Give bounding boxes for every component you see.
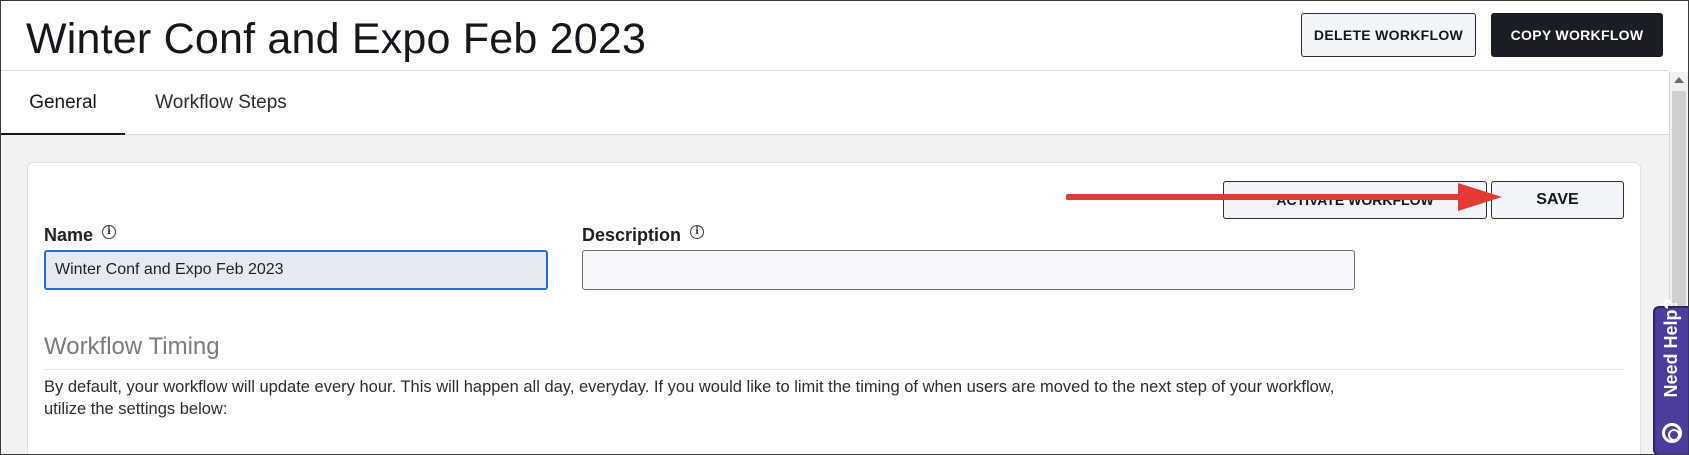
tab-general[interactable]: General xyxy=(1,72,125,135)
need-help-label: Need Help? xyxy=(1661,298,1681,398)
page-header: Winter Conf and Expo Feb 2023 DELETE WOR… xyxy=(1,1,1669,71)
page-title: Winter Conf and Expo Feb 2023 xyxy=(26,15,647,63)
scroll-up-arrow-icon[interactable] xyxy=(1674,77,1684,83)
workflow-timing-description: By default, your workflow will update ev… xyxy=(44,378,1335,418)
annotation-arrow-icon xyxy=(1066,183,1502,211)
tab-bar: General Workflow Steps xyxy=(1,72,1669,135)
info-icon[interactable]: i xyxy=(102,225,116,239)
app-window: Winter Conf and Expo Feb 2023 DELETE WOR… xyxy=(0,0,1689,455)
section-divider xyxy=(44,369,1624,370)
save-button[interactable]: SAVE xyxy=(1491,181,1624,219)
workflow-timing-title: Workflow Timing xyxy=(44,333,220,360)
delete-workflow-button[interactable]: DELETE WORKFLOW xyxy=(1301,13,1476,57)
description-input[interactable] xyxy=(582,250,1355,290)
info-icon[interactable]: i xyxy=(690,225,704,239)
tab-workflow-steps[interactable]: Workflow Steps xyxy=(151,72,291,135)
description-label: Description xyxy=(582,225,682,245)
name-input[interactable] xyxy=(44,250,548,290)
copy-workflow-button[interactable]: COPY WORKFLOW xyxy=(1491,13,1663,57)
name-label: Name xyxy=(44,225,94,245)
lifebuoy-icon xyxy=(1662,423,1682,443)
